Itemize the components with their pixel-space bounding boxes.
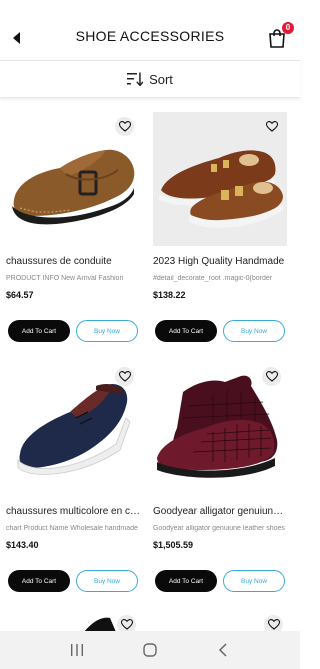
- product-image[interactable]: [6, 112, 140, 246]
- chevron-left-icon: [219, 643, 227, 657]
- product-name[interactable]: chaussures de conduite: [6, 256, 140, 267]
- product-card[interactable]: chaussures de conduite PRODUCT INFO New …: [6, 112, 142, 342]
- product-price: $143.40: [6, 540, 39, 550]
- add-to-cart-button[interactable]: Add To Cart: [8, 570, 70, 592]
- sort-label: Sort: [149, 71, 173, 87]
- product-description: chart Product Name Wholesale handmade: [6, 525, 138, 532]
- cart-count-badge: 0: [282, 22, 294, 34]
- add-to-cart-button[interactable]: Add To Cart: [155, 570, 217, 592]
- product-card[interactable]: Goodyear alligator genuiune leather Good…: [153, 362, 289, 592]
- app-header: SHOE ACCESSORIES 0: [0, 0, 300, 60]
- recent-apps-icon: [70, 644, 83, 656]
- buy-now-button[interactable]: Buy Now: [76, 320, 138, 342]
- favorite-button[interactable]: [115, 117, 134, 136]
- sort-icon: [127, 72, 144, 86]
- heart-icon: [265, 121, 278, 132]
- favorite-button[interactable]: [117, 615, 136, 632]
- home-icon: [143, 643, 157, 657]
- product-card[interactable]: 2023 High Quality Handmade #detail_decor…: [153, 112, 289, 342]
- sort-bar: Sort: [0, 60, 300, 98]
- buy-now-button[interactable]: Buy Now: [223, 570, 285, 592]
- system-navigation-bar: [0, 631, 300, 669]
- product-price: $138.22: [153, 290, 186, 300]
- product-price: $64.57: [6, 290, 34, 300]
- home-button[interactable]: [140, 640, 160, 660]
- favorite-button[interactable]: [264, 615, 283, 632]
- cart-button[interactable]: 0: [266, 22, 294, 49]
- sort-button[interactable]: Sort: [127, 72, 173, 87]
- product-description: PRODUCT INFO New Arrival Fashion: [6, 275, 124, 282]
- favorite-button[interactable]: [262, 367, 281, 386]
- favorite-button[interactable]: [262, 117, 281, 136]
- page-title: SHOE ACCESSORIES: [75, 28, 225, 44]
- product-description: #detail_decorate_root .magic-0{border: [153, 275, 273, 282]
- recent-apps-button[interactable]: [67, 640, 87, 660]
- heart-icon: [267, 619, 280, 630]
- product-card[interactable]: chaussures multicolore en cuir chart Pro…: [6, 362, 142, 592]
- product-price: $1,505.59: [153, 540, 194, 550]
- product-image[interactable]: [153, 112, 287, 246]
- heart-icon: [120, 619, 133, 630]
- product-image[interactable]: [153, 362, 287, 496]
- buy-now-button[interactable]: Buy Now: [223, 320, 285, 342]
- favorite-button[interactable]: [115, 367, 134, 386]
- product-name[interactable]: chaussures multicolore en cuir: [6, 506, 140, 517]
- buy-now-button[interactable]: Buy Now: [76, 570, 138, 592]
- heart-icon: [118, 121, 131, 132]
- heart-icon: [118, 371, 131, 382]
- product-name[interactable]: Goodyear alligator genuiune leather: [153, 506, 287, 517]
- product-name[interactable]: 2023 High Quality Handmade: [153, 256, 287, 267]
- back-system-button[interactable]: [213, 640, 233, 660]
- product-image[interactable]: [6, 362, 140, 496]
- product-card-partial[interactable]: [6, 612, 142, 632]
- product-card-partial[interactable]: [153, 612, 289, 632]
- add-to-cart-button[interactable]: Add To Cart: [8, 320, 70, 342]
- add-to-cart-button[interactable]: Add To Cart: [155, 320, 217, 342]
- heart-icon: [265, 371, 278, 382]
- product-description: Goodyear alligator genuiune leather shoe…: [153, 525, 285, 532]
